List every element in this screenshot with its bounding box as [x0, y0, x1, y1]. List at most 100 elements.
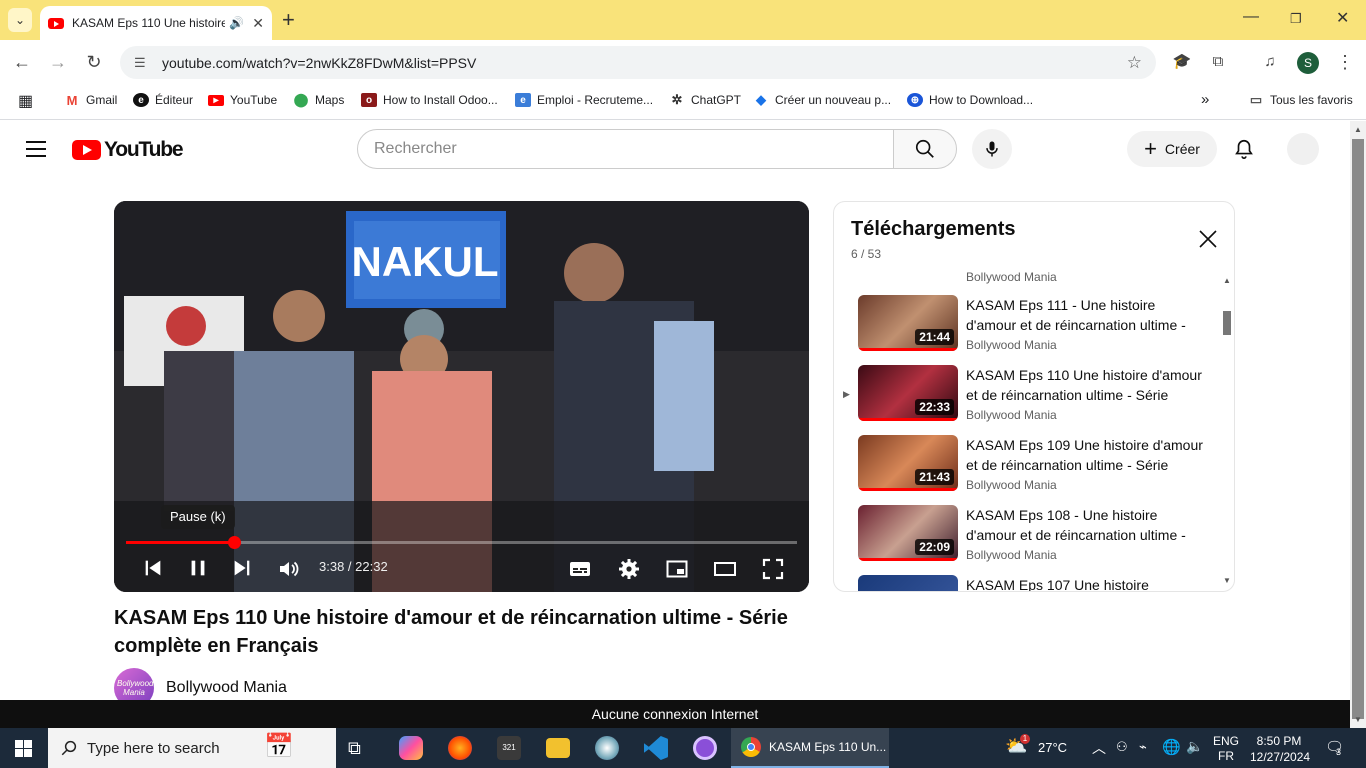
playlist-item-title: KASAM Eps 107 Une histoire — [966, 577, 1149, 592]
task-view-icon[interactable]: ⧉ — [348, 736, 372, 760]
notification-center-icon[interactable]: 🗨 — [1325, 738, 1344, 756]
video-thumbnail — [858, 575, 958, 591]
playlist-item-current[interactable]: ▶ 22:33 KASAM Eps 110 Une histoire d'amo… — [834, 365, 1220, 435]
bookmark-editeur[interactable]: e Éditeur — [133, 93, 193, 107]
bookmark-maps[interactable]: ⬤ Maps — [293, 92, 344, 107]
playlist-item[interactable]: KASAM Eps 107 Une histoire — [834, 575, 1220, 592]
scroll-down-icon[interactable]: ▼ — [1354, 715, 1362, 724]
notifications-button[interactable] — [1233, 138, 1255, 165]
playlist-scrollbar[interactable]: ▲ ▼ — [1220, 270, 1234, 591]
playlist-item[interactable]: 22:09 KASAM Eps 108 - Une histoire d'amo… — [834, 505, 1220, 575]
address-bar[interactable]: ☰ youtube.com/watch?v=2nwKkZ8FDwM&list=P… — [120, 46, 1156, 79]
previous-icon[interactable] — [142, 557, 164, 579]
video-player[interactable]: NAKUL Pause (k) 3:38 / 22:32 — [114, 201, 809, 592]
progress-bar[interactable] — [126, 536, 797, 549]
browser-tab-active[interactable]: KASAM Eps 110 Une histoire d'amour et de… — [40, 6, 272, 40]
duration-badge: 21:44 — [915, 329, 954, 345]
channel-name[interactable]: Bollywood Mania — [166, 679, 287, 697]
speaker-icon[interactable]: 🔊 — [229, 16, 244, 30]
paint-app-icon[interactable] — [595, 736, 619, 760]
search-input[interactable]: Rechercher — [357, 129, 894, 169]
miniplayer-icon[interactable] — [665, 557, 689, 581]
playlist-scroll-thumb[interactable] — [1223, 311, 1231, 335]
bookmark-youtube[interactable]: ▸ YouTube — [208, 93, 277, 107]
windows-start-icon[interactable] — [15, 740, 32, 757]
scrubber-handle[interactable] — [228, 536, 242, 549]
vscode-icon[interactable] — [644, 736, 668, 760]
reload-button[interactable]: ↻ — [82, 52, 106, 72]
restore-button[interactable]: ❐ — [1290, 11, 1302, 27]
forward-button[interactable]: → — [46, 52, 70, 72]
bookmark-download[interactable]: ⊕ How to Download... — [907, 93, 1033, 107]
close-window-button[interactable]: ✕ — [1336, 8, 1349, 28]
extensions-puzzle-icon[interactable]: ⧉ — [1206, 52, 1230, 72]
page-scrollbar[interactable]: ▲ ▼ — [1350, 121, 1366, 731]
clock-date: 12/27/2024 — [1250, 750, 1311, 764]
browser-menu-icon[interactable]: ⋮ — [1333, 52, 1357, 72]
back-button[interactable]: ← — [10, 52, 34, 72]
copilot-icon[interactable] — [399, 736, 423, 760]
firefox-icon[interactable] — [448, 736, 472, 760]
close-tab-icon[interactable]: ✕ — [252, 15, 264, 32]
pause-tooltip: Pause (k) — [161, 505, 235, 529]
extension-hat-icon[interactable]: 🎓 — [1170, 52, 1194, 72]
bookmark-odoo[interactable]: o How to Install Odoo... — [361, 93, 498, 107]
bookmark-emploi[interactable]: e Emploi - Recruteme... — [515, 93, 653, 107]
youtube-logo[interactable]: YouTube — [72, 138, 184, 162]
search-icon — [61, 740, 77, 756]
scroll-up-icon[interactable]: ▲ — [1223, 276, 1231, 285]
video-thumbnail: 22:33 — [858, 365, 958, 421]
settings-gear-icon[interactable] — [617, 557, 641, 581]
site-info-icon[interactable]: ☰ — [134, 55, 152, 71]
file-explorer-icon[interactable] — [546, 738, 570, 758]
clock[interactable]: 8:50 PM 12/27/2024 — [1250, 733, 1311, 765]
meet-now-icon[interactable]: ⚇ — [1116, 739, 1128, 755]
volume-tray-icon[interactable]: 🔈 — [1186, 738, 1203, 755]
language-indicator[interactable]: ENG FR — [1213, 734, 1239, 764]
account-avatar[interactable] — [1287, 133, 1319, 165]
page-scroll-thumb[interactable] — [1352, 139, 1364, 719]
media-player-icon[interactable] — [693, 736, 717, 760]
scroll-up-icon[interactable]: ▲ — [1354, 125, 1362, 134]
taskbar-chrome-window[interactable]: KASAM Eps 110 Un... — [731, 728, 889, 768]
all-favorites-folder[interactable]: ▭ Tous les favoris — [1248, 92, 1353, 107]
theater-mode-icon[interactable] — [713, 557, 737, 581]
profile-avatar[interactable]: S — [1297, 52, 1319, 74]
new-tab-button[interactable]: + — [282, 8, 295, 32]
guide-menu-icon[interactable] — [26, 141, 46, 162]
scroll-down-icon[interactable]: ▼ — [1223, 576, 1231, 585]
bookmark-label: Tous les favoris — [1270, 93, 1353, 107]
pause-icon[interactable] — [187, 557, 209, 579]
fullscreen-icon[interactable] — [761, 557, 785, 581]
playlist-item-partial[interactable]: Bollywood Mania — [834, 270, 1220, 284]
time-display: 3:38 / 22:32 — [319, 559, 388, 574]
close-playlist-icon[interactable] — [1198, 229, 1218, 249]
more-bookmarks-icon[interactable]: » — [1201, 91, 1209, 108]
playlist-item[interactable]: 21:43 KASAM Eps 109 Une histoire d'amour… — [834, 435, 1220, 505]
taskbar-search[interactable]: Type here to search 📅 — [48, 728, 336, 768]
battery-plug-icon[interactable]: ⌁ — [1139, 739, 1147, 755]
bookmark-creer[interactable]: ◆ Créer un nouveau p... — [753, 92, 891, 107]
volume-icon[interactable] — [277, 557, 301, 581]
next-icon[interactable] — [231, 557, 253, 579]
playlist-item[interactable]: 21:44 KASAM Eps 111 - Une histoire d'amo… — [834, 295, 1220, 365]
bookmark-star-icon[interactable]: ☆ — [1127, 53, 1142, 73]
bookmark-gmail[interactable]: M Gmail — [64, 93, 117, 108]
url-text[interactable]: youtube.com/watch?v=2nwKkZ8FDwM&list=PPS… — [162, 55, 1127, 71]
voice-search-button[interactable] — [972, 129, 1012, 169]
network-globe-icon[interactable]: 🌐 — [1162, 738, 1181, 756]
playlist-title[interactable]: Téléchargements — [851, 218, 1016, 241]
microphone-icon — [986, 141, 998, 157]
bookmark-chatgpt[interactable]: ✲ ChatGPT — [669, 92, 741, 107]
apps-grid-icon[interactable]: ▦ — [18, 91, 33, 111]
create-button[interactable]: + Créer — [1127, 131, 1217, 167]
tab-search-button[interactable]: ⌄ — [8, 8, 32, 32]
media-controls-icon[interactable]: ♫ — [1258, 52, 1282, 72]
minimize-button[interactable]: — — [1243, 8, 1259, 26]
video-editor-icon[interactable]: 321 — [497, 736, 521, 760]
show-hidden-icons[interactable]: ︿ — [1092, 738, 1106, 758]
subtitles-icon[interactable] — [568, 557, 592, 581]
search-button[interactable] — [893, 129, 957, 169]
video-thumbnail: 21:44 — [858, 295, 958, 351]
weather-temp[interactable]: 27°C — [1038, 740, 1067, 755]
